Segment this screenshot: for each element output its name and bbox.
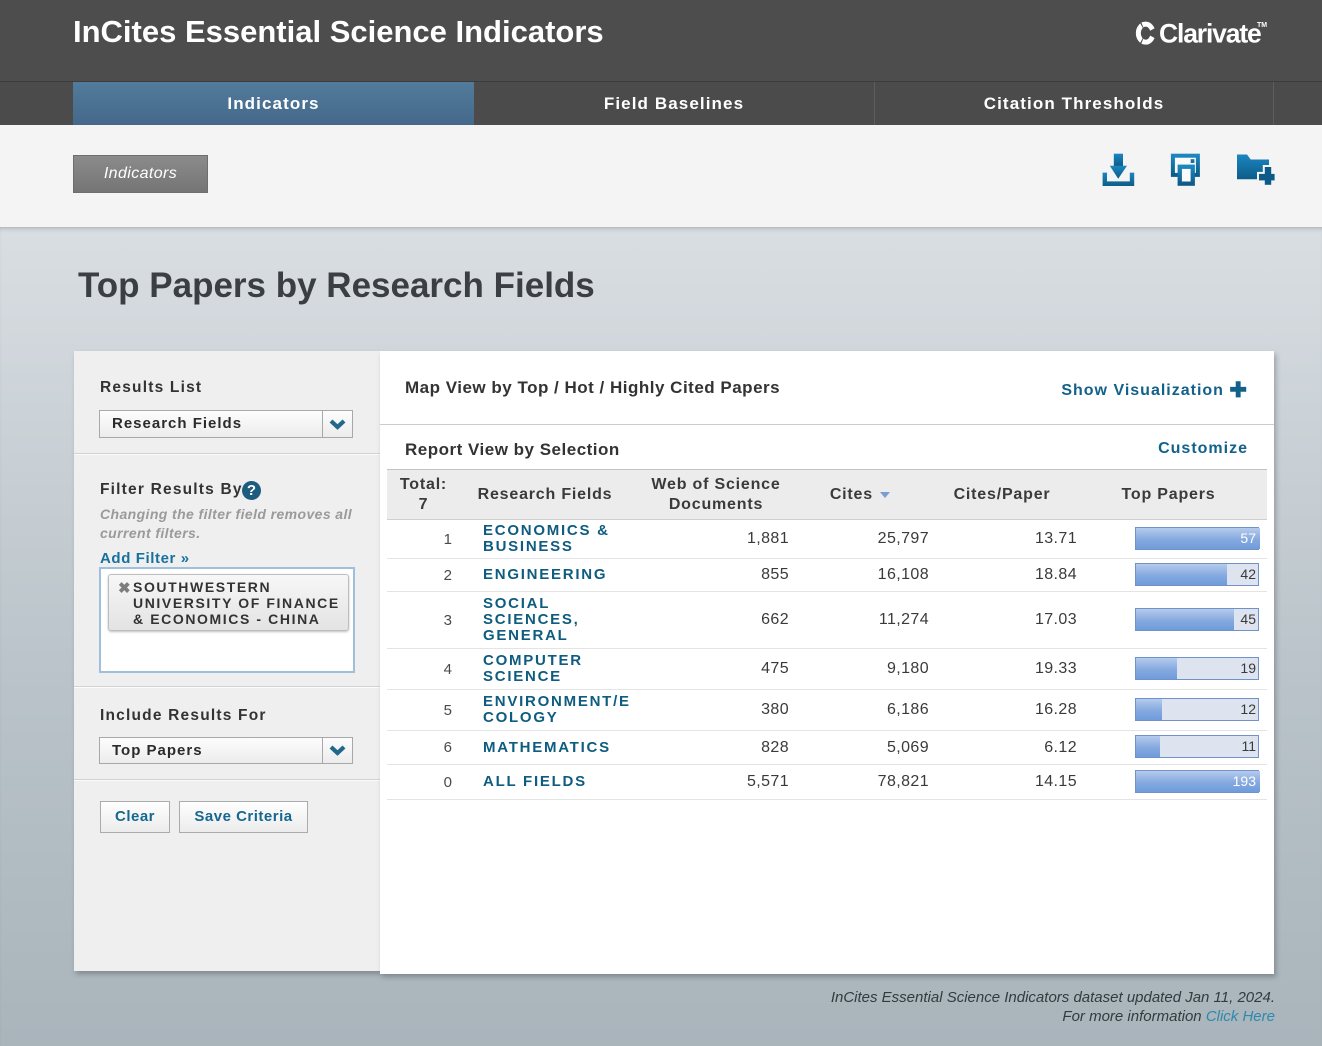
svg-text:TM: TM — [1257, 22, 1267, 29]
svg-text:Clarivate: Clarivate — [1159, 19, 1261, 49]
